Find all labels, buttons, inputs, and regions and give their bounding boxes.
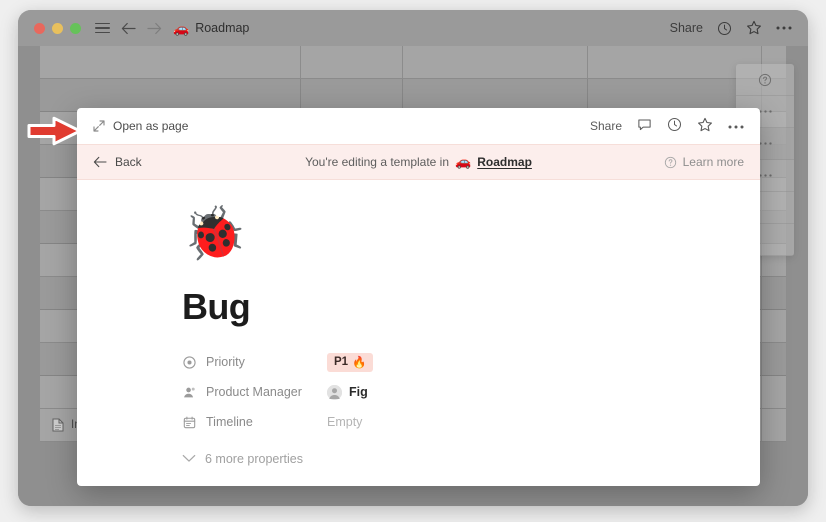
learn-more-button[interactable]: Learn more [664,155,744,169]
maximize-button[interactable] [70,22,81,34]
property-value-text: Empty [327,415,363,429]
page-body: Invalid Emails Throw an Error P5 [18,46,808,506]
car-emoji-icon: 🚗 [173,20,190,36]
share-button[interactable]: Share [670,21,703,35]
property-label-text: Priority [206,355,245,369]
property-label-text: Timeline [206,415,253,429]
banner-message: You're editing a template in 🚗 Roadmap [77,154,760,170]
titlebar-page-title-label: Roadmap [195,21,250,35]
property-row-timeline[interactable]: Timeline Empty [182,408,700,436]
comment-icon[interactable] [637,117,652,135]
car-emoji-icon: 🚗 [455,154,472,169]
hamburger-icon[interactable] [95,18,110,38]
chevron-down-icon [182,452,196,466]
property-value-product-manager[interactable]: Fig [327,384,368,400]
minimize-button[interactable] [52,22,63,34]
more-properties-toggle[interactable]: 6 more properties [182,444,700,474]
priority-tag: P1 🔥 [327,352,374,372]
fire-emoji-icon: 🔥 [352,357,367,369]
calendar-icon [182,416,197,429]
arrow-left-icon[interactable] [121,18,136,38]
question-circle-icon [664,156,676,168]
modal-share-button[interactable]: Share [590,119,622,133]
property-label-timeline: Timeline [182,415,327,429]
property-row-product-manager[interactable]: Product Manager Fig [182,378,700,406]
star-icon[interactable] [697,117,713,136]
arrow-left-icon [93,156,107,168]
traffic-lights [34,22,81,34]
screenshot-root: 🚗 Roadmap Share Open as page Share Back … [0,0,826,522]
template-editor-modal: Open as page Share Back You're editing a… [77,108,760,486]
ladybug-emoji-icon[interactable]: 🐞 [182,208,700,260]
priority-tag-label: P1 [334,356,349,368]
app-window: 🚗 Roadmap Share Open as page Share Back … [18,10,808,506]
more-properties-label: 6 more properties [205,452,303,466]
property-row-priority[interactable]: Priority P1 🔥 [182,348,700,376]
clock-icon[interactable] [717,21,732,36]
arrow-right-icon[interactable] [147,18,162,38]
star-icon[interactable] [746,20,762,36]
learn-more-label: Learn more [682,155,744,169]
page-title[interactable]: Bug [182,286,700,328]
avatar [327,384,342,400]
banner-database-link[interactable]: Roadmap [477,155,532,169]
property-value-timeline[interactable]: Empty [327,415,362,429]
ellipsis-icon[interactable] [776,25,792,31]
person-chip: Fig [327,384,368,400]
expand-diagonal-icon [93,120,105,132]
back-label: Back [115,155,142,169]
titlebar-actions: Share [670,20,792,36]
property-label-product-manager: Product Manager [182,385,327,399]
property-list: Priority P1 🔥 Product Manager Fig Timeli… [182,348,700,474]
titlebar-page-title[interactable]: 🚗 Roadmap [173,21,249,35]
person-icon [182,386,197,399]
titlebar: 🚗 Roadmap Share [18,10,808,46]
modal-header-actions: Share [590,117,744,136]
modal-content: 🐞 Bug Priority P1 🔥 Product Manager Fig … [77,180,760,486]
banner-message-prefix: You're editing a template in [305,155,450,169]
back-button[interactable]: Back [93,155,142,169]
modal-header: Open as page Share [77,108,760,144]
target-icon [182,355,197,369]
template-editing-banner: Back You're editing a template in 🚗 Road… [77,144,760,180]
ellipsis-icon[interactable] [728,119,744,133]
person-name: Fig [349,385,368,399]
property-label-text: Product Manager [206,385,302,399]
open-as-page-label: Open as page [113,119,189,133]
clock-icon[interactable] [667,117,682,135]
property-value-priority[interactable]: P1 🔥 [327,352,374,372]
close-button[interactable] [34,22,45,34]
open-as-page-button[interactable]: Open as page [93,119,188,133]
property-label-priority: Priority [182,355,327,369]
